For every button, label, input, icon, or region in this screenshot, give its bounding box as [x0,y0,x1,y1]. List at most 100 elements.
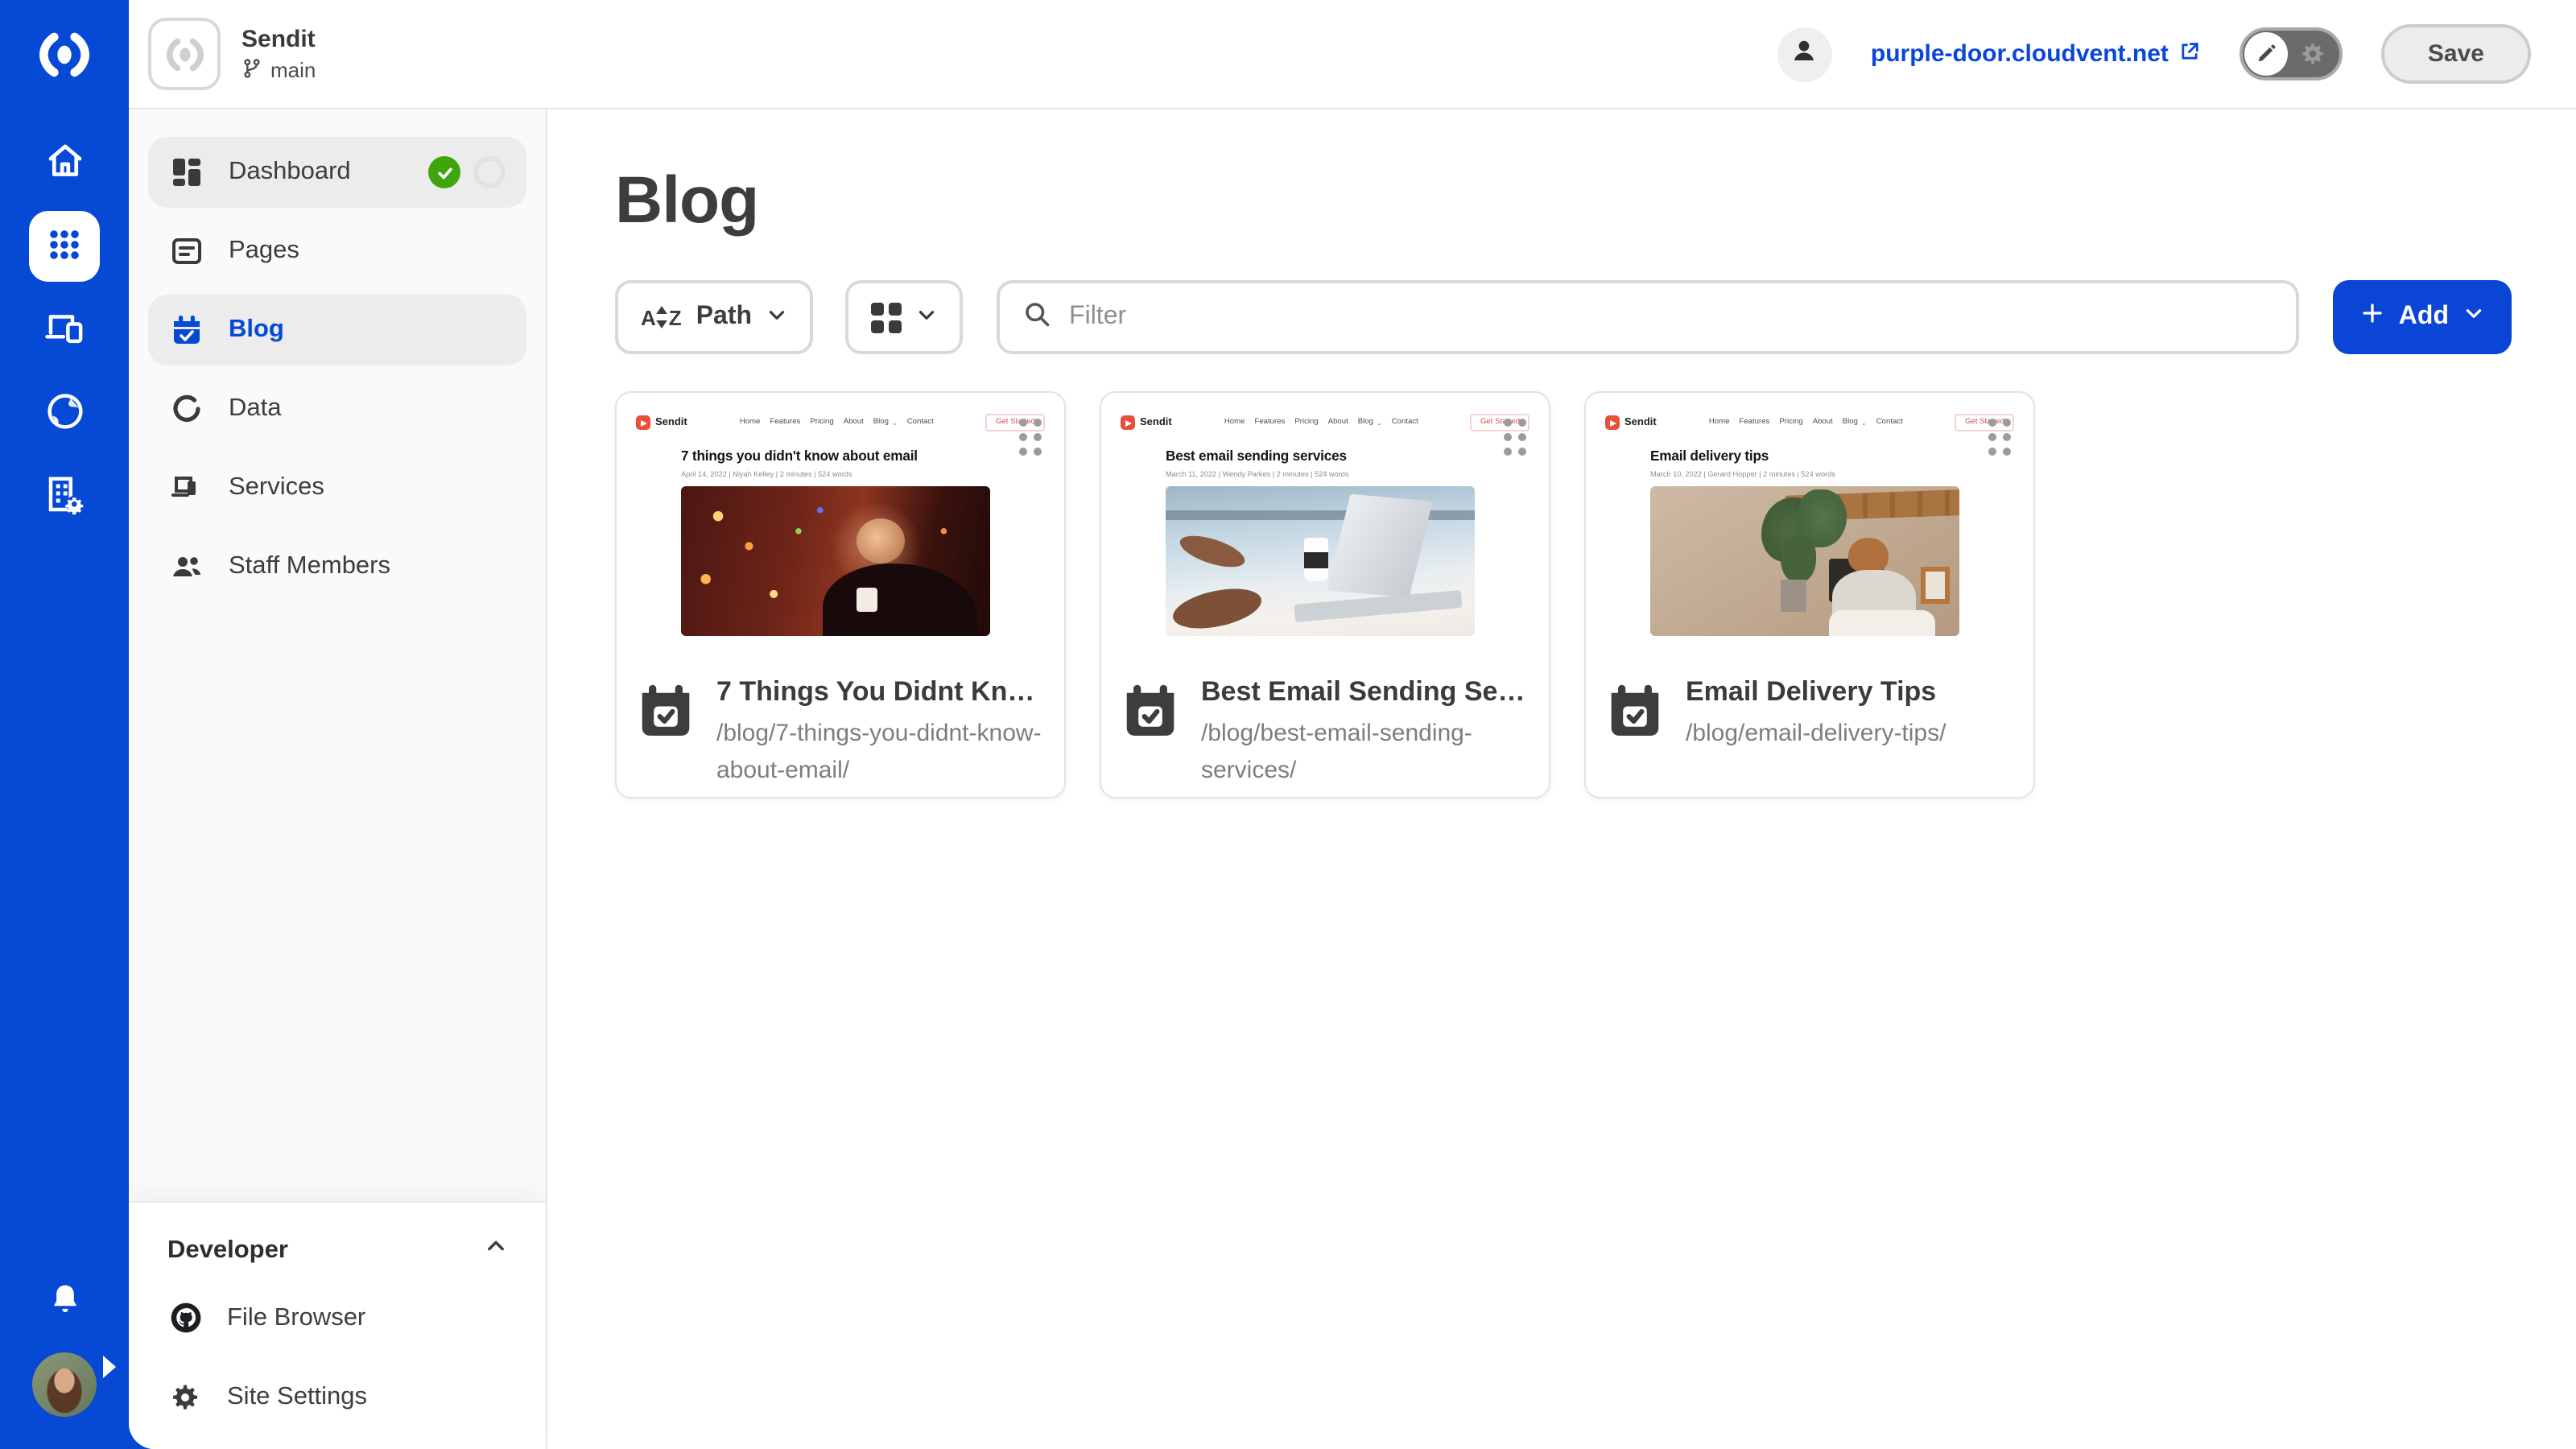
sidebar-item-label: Staff Members [229,552,391,580]
rail-globe-button[interactable] [29,378,100,449]
sidebar-item-data[interactable]: Data [148,374,526,444]
chevron-down-icon [916,304,937,330]
add-label: Add [2398,303,2449,330]
mini-site-header: Sendit Home Features Pricing About Blog ⌄ Cont… [636,412,1045,431]
sidebar-item-services[interactable]: Services [148,452,526,523]
drag-handle-icon[interactable] [1019,419,1042,456]
calendar-check-icon [169,312,204,348]
editor-mode-toggle[interactable] [2239,27,2343,80]
sort-az-icon: AZ [641,305,682,329]
pencil-icon [2244,32,2288,76]
sidebar-item-label: Pages [229,237,299,264]
post-preview-thumbnail: Sendit Home Features Pricing About Blog ⌄ Cont… [1121,412,1530,663]
sidebar-item-dashboard[interactable]: Dashboard [148,137,526,208]
sidebar-item-staff-members[interactable]: Staff Members [148,531,526,602]
mini-nav: Home Features Pricing About Blog ⌄ Contact [1224,418,1418,426]
building-gear-icon [43,473,86,522]
mini-page: Best email sending services March 11, 20… [1166,448,1530,636]
mini-brand: Sendit [1624,416,1657,427]
expand-arrow-icon[interactable] [103,1356,116,1378]
devices-icon [43,306,86,354]
card-footer: 7 Things You Didnt Know… /blog/7-things-… [636,676,1045,790]
main-column: Sendit main purple-door.cloudvent.net Sa… [129,0,2576,1449]
sidebar-item-label: File Browser [227,1303,366,1331]
external-link-icon [2178,39,2201,68]
calendar-check-icon [636,681,696,749]
blog-post-card[interactable]: Sendit Home Features Pricing About Blog ⌄ Cont… [615,391,1066,799]
apps-grid-icon [43,223,85,270]
post-preview-thumbnail: Sendit Home Features Pricing About Blog ⌄ Cont… [636,412,1045,663]
gear-icon [2288,40,2339,68]
toolbar: AZ Path Filter Add [615,280,2512,354]
mini-post-meta: March 10, 2022 | Gerard Hopper | 2 minut… [1650,470,1835,478]
post-title: Email Delivery Tips [1686,676,1937,707]
pages-icon [169,233,204,269]
status-icons [428,156,506,188]
data-refresh-icon [169,391,204,427]
topbar-right: purple-door.cloudvent.net Save [1777,24,2531,84]
blog-post-card[interactable]: Sendit Home Features Pricing About Blog ⌄ Cont… [1100,391,1550,799]
body-row: Dashboard Pages Blog Data Services Staff… [129,109,2576,1449]
chevron-down-icon [2463,303,2484,332]
sidebar-item-file-browser[interactable]: File Browser [164,1278,510,1357]
mini-page: Email delivery tips March 10, 2022 | Ger… [1650,448,2014,636]
add-button[interactable]: Add [2332,280,2512,354]
sidebar-item-site-settings[interactable]: Site Settings [164,1357,510,1436]
person-icon [1790,35,1820,73]
calendar-check-icon [1121,681,1180,749]
sidebar-item-blog[interactable]: Blog [148,295,526,365]
card-footer: Best Email Sending Servi… /blog/best-ema… [1121,676,1530,790]
branch-row[interactable]: main [242,57,316,83]
rail-apps-button[interactable] [29,211,100,282]
account-avatar[interactable] [1777,27,1832,81]
post-cards: Sendit Home Features Pricing About Blog ⌄ Cont… [615,391,2512,799]
content-area: Blog AZ Path Filter Add Sendit Home Feat… [547,109,2576,1449]
drag-handle-icon[interactable] [1504,419,1526,456]
drag-handle-icon[interactable] [1988,419,2011,456]
notifications-button[interactable] [29,1277,100,1328]
rail-devices-button[interactable] [29,295,100,365]
collection-nav: Dashboard Pages Blog Data Services Staff… [129,109,546,610]
cloudcannon-logo[interactable] [31,21,98,89]
empty-status-circle-icon [473,156,506,188]
sort-label: Path [696,303,753,330]
plus-icon [2360,301,2384,333]
globe-icon [43,390,86,438]
mini-post-meta: March 11, 2022 | Wendy Parkes | 2 minute… [1166,470,1349,478]
gear-icon [167,1379,203,1414]
mini-chevron-down-icon: ⌄ [1861,418,1867,426]
left-rail [0,0,129,1449]
laptop-icon [169,470,204,506]
sort-by-path-button[interactable]: AZ Path [615,280,814,354]
bell-icon [44,1280,85,1325]
sidebar-item-label: Dashboard [229,158,351,185]
mini-post-meta: April 14, 2022 | Niyah Kelley | 2 minute… [681,470,852,478]
dashboard-tiles-icon [169,155,204,190]
mini-chevron-down-icon: ⌄ [1377,418,1382,426]
git-branch-icon [242,57,262,83]
site-meta: Sendit main [242,25,316,83]
blog-post-card[interactable]: Sendit Home Features Pricing About Blog ⌄ Cont… [1584,391,2035,799]
rail-home-button[interactable] [29,127,100,198]
site-domain-link[interactable]: purple-door.cloudvent.net [1871,39,2201,68]
filter-field [997,280,2299,354]
view-mode-button[interactable] [845,280,964,354]
developer-section-toggle[interactable]: Developer [164,1235,510,1278]
site-logo[interactable] [148,18,221,90]
card-text: Best Email Sending Servi… /blog/best-ema… [1201,676,1530,790]
mini-post-title: Best email sending services [1166,448,1347,464]
top-header: Sendit main purple-door.cloudvent.net Sa… [129,0,2576,109]
post-path: /blog/best-email-sending-services/ [1201,720,1472,785]
rail-organization-button[interactable] [29,462,100,533]
app-frame: Sendit main purple-door.cloudvent.net Sa… [0,0,2576,1449]
mini-sendit-logo [1121,415,1135,429]
calendar-check-icon [1605,681,1665,749]
post-path: /blog/7-things-you-didnt-know-about-emai… [716,720,1042,785]
mini-chevron-down-icon: ⌄ [892,418,898,426]
filter-input[interactable] [1069,303,2273,332]
save-button[interactable]: Save [2380,24,2531,84]
sidebar-item-pages[interactable]: Pages [148,216,526,287]
user-avatar[interactable] [32,1352,97,1417]
site-name: Sendit [242,25,316,52]
sidebar-item-label: Data [229,394,282,422]
